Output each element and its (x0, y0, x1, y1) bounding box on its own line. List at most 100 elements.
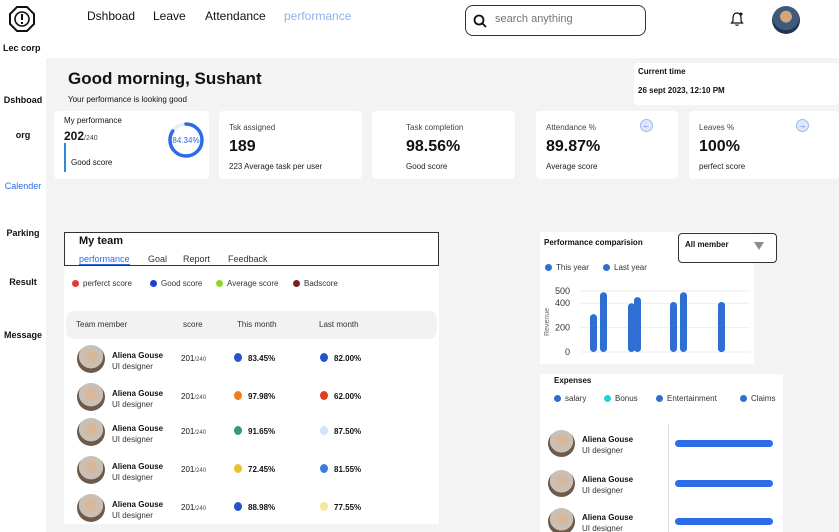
legend-dot (545, 264, 552, 271)
member-filter-dropdown[interactable]: All member (678, 233, 777, 263)
last-month-text: 87.50% (334, 427, 362, 436)
table-row[interactable]: Aliena Gouse UI designer 201/240 72.45% … (64, 453, 439, 489)
tab-performance[interactable]: performance (79, 254, 130, 265)
status-dot (320, 464, 328, 473)
expense-row[interactable]: Aliena Gouse UI designer (540, 470, 783, 500)
sidebar-item-dashboard[interactable]: Dshboad (0, 95, 46, 105)
performance-bar-chart: Revenue 500 400 200 0 (544, 286, 750, 357)
current-time-card: Current time 26 sept 2023, 12:10 PM (634, 63, 839, 105)
tab-goal[interactable]: Goal (148, 254, 167, 264)
expense-member-role: UI designer (582, 446, 623, 455)
nav-item-leave[interactable]: Leave (153, 9, 186, 23)
leaves-value: 100% (699, 138, 740, 155)
last-month-value: 82.00% (320, 353, 361, 363)
task-assigned-sub: 223 Average task per user (229, 162, 323, 171)
right-arrow-icon[interactable]: → (796, 119, 809, 132)
legend-label: Claims (751, 394, 776, 403)
sidebar-item-parking[interactable]: Parking (0, 228, 46, 238)
status-dot (320, 426, 328, 435)
table-row[interactable]: Aliena Gouse UI designer 201/240 88.98% … (64, 491, 439, 527)
table-row[interactable]: Aliena Gouse UI designer 201/240 83.45% … (64, 342, 439, 378)
expenses-legend-salary: salary (554, 394, 586, 403)
chevron-down-icon (754, 242, 764, 250)
bar-last-year (600, 292, 607, 352)
bar-last-year (718, 301, 725, 352)
last-month-value: 62.00% (320, 391, 361, 401)
expense-member-name: Aliena Gouse (582, 435, 634, 444)
legend-label: Badscore (304, 279, 338, 288)
status-dot (234, 426, 242, 435)
legend-dot (554, 395, 561, 402)
task-assigned-label: Tsk assigned (229, 123, 276, 132)
leaves-label: Leaves % (699, 123, 735, 132)
member-name: Aliena Gouse (112, 424, 164, 433)
this-month-value: 72.45% (234, 464, 275, 474)
expense-row[interactable]: Aliena Gouse UI designer (540, 508, 783, 532)
table-row[interactable]: Aliena Gouse UI designer 201/240 97.98% … (64, 380, 439, 416)
notification-bell-icon[interactable] (730, 11, 744, 27)
column-header-last-month: Last month (319, 320, 359, 329)
score-total: /240 (194, 395, 207, 401)
nav-item-performance[interactable]: performance (284, 9, 351, 23)
user-avatar[interactable] (772, 6, 800, 34)
score-total: /240 (194, 506, 207, 512)
nav-item-attendance[interactable]: Attendance (205, 9, 266, 23)
legend-label: Good score (161, 279, 203, 288)
brand-name: Lec corp (3, 43, 41, 53)
logo-alert-octagon-icon (9, 6, 35, 32)
task-completion-sub: Good score (406, 162, 448, 171)
member-role: UI designer (112, 435, 153, 444)
avatar (77, 494, 105, 522)
legend-label: perferct score (83, 279, 132, 288)
current-time-label: Current time (638, 67, 686, 76)
search-input[interactable] (495, 13, 635, 25)
legend-dot (656, 395, 663, 402)
top-navbar: Dshboad Leave Attendance performance (46, 0, 839, 58)
tab-feedback[interactable]: Feedback (228, 254, 268, 264)
this-month-text: 88.98% (248, 503, 276, 512)
task-completion-card: Task completion 98.56% Good score (372, 111, 515, 179)
chart-title: Performance comparision (544, 238, 643, 247)
expenses-legend-entertainment: Entertainment (656, 394, 717, 403)
column-header-score: score (183, 320, 203, 329)
table-row[interactable]: Aliena Gouse UI designer 201/240 91.65% … (64, 415, 439, 451)
member-score: 201/240 (181, 465, 206, 474)
member-name: Aliena Gouse (112, 500, 164, 509)
member-role: UI designer (112, 400, 153, 409)
legend-label: Entertainment (667, 394, 717, 403)
status-dot (234, 502, 242, 511)
last-month-text: 81.55% (334, 465, 362, 474)
my-performance-sub: Good score (71, 158, 113, 167)
left-arrow-icon[interactable]: ← (640, 119, 653, 132)
avatar (77, 345, 105, 373)
sidebar-item-calender[interactable]: Calender (0, 181, 46, 191)
legend-label: This year (556, 263, 589, 272)
bar-this-year (628, 303, 635, 352)
search-icon (473, 14, 487, 28)
y-tick-label: 200 (555, 323, 570, 333)
legend-label: Last year (614, 263, 647, 272)
bar-last-year (634, 297, 641, 352)
expense-member-role: UI designer (582, 486, 623, 495)
score-total: /240 (194, 468, 207, 474)
y-tick-label: 400 (555, 298, 570, 308)
last-month-text: 82.00% (334, 354, 362, 363)
sidebar-item-org[interactable]: org (0, 130, 46, 140)
score-value: 201 (181, 427, 195, 436)
this-month-value: 97.98% (234, 391, 275, 401)
status-dot (320, 502, 328, 511)
nav-item-dashboard[interactable]: Dshboad (87, 9, 135, 23)
status-dot (320, 353, 328, 362)
sidebar-item-message[interactable]: Message (0, 330, 46, 340)
member-score: 201/240 (181, 392, 206, 401)
expense-row[interactable]: Aliena Gouse UI designer (540, 430, 783, 460)
this-month-text: 72.45% (248, 465, 276, 474)
sidebar-item-result[interactable]: Result (0, 277, 46, 287)
my-team-panel: My team performance Goal Report Feedback… (64, 232, 439, 524)
search-box[interactable] (465, 5, 646, 36)
leaves-card: Leaves % 100% perfect score → (689, 111, 839, 179)
tab-report[interactable]: Report (183, 254, 210, 264)
leaves-sub: perfect score (699, 162, 746, 171)
legend-label: Average score (227, 279, 279, 288)
legend-dot (293, 280, 300, 287)
